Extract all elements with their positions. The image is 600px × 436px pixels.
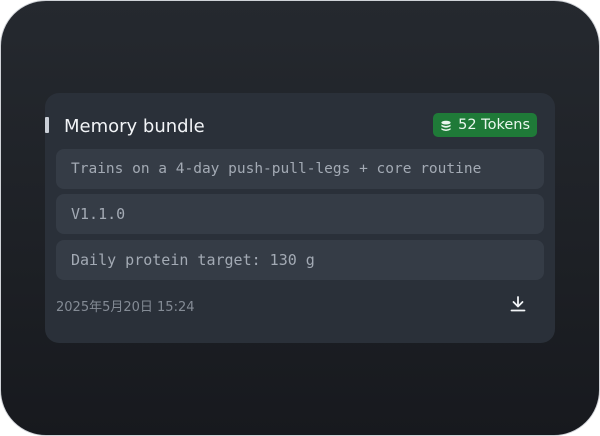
- memory-entry: Daily protein target: 130 g: [56, 240, 544, 280]
- memory-entry: V1.1.0: [56, 194, 544, 234]
- memory-entry: Trains on a 4-day push-pull-legs + core …: [56, 149, 544, 189]
- card-title: Memory bundle: [64, 116, 205, 137]
- accent-bar: [45, 117, 49, 133]
- memory-entry-text: Trains on a 4-day push-pull-legs + core …: [71, 161, 482, 177]
- database-icon: [440, 119, 452, 131]
- token-count-label: 52 Tokens: [458, 117, 530, 133]
- app-frame: Memory bundle 52 Tokens Trains on a 4-da…: [0, 0, 600, 436]
- download-icon: [509, 295, 527, 318]
- card-header: Memory bundle 52 Tokens: [45, 113, 555, 141]
- memory-entry-text: V1.1.0: [71, 205, 126, 223]
- timestamp: 2025年5月20日 15:24: [56, 300, 195, 315]
- memory-entry-text: Daily protein target: 130 g: [71, 251, 315, 269]
- memory-bundle-card: Memory bundle 52 Tokens Trains on a 4-da…: [45, 93, 555, 343]
- token-badge: 52 Tokens: [433, 113, 537, 137]
- download-button[interactable]: [507, 295, 529, 317]
